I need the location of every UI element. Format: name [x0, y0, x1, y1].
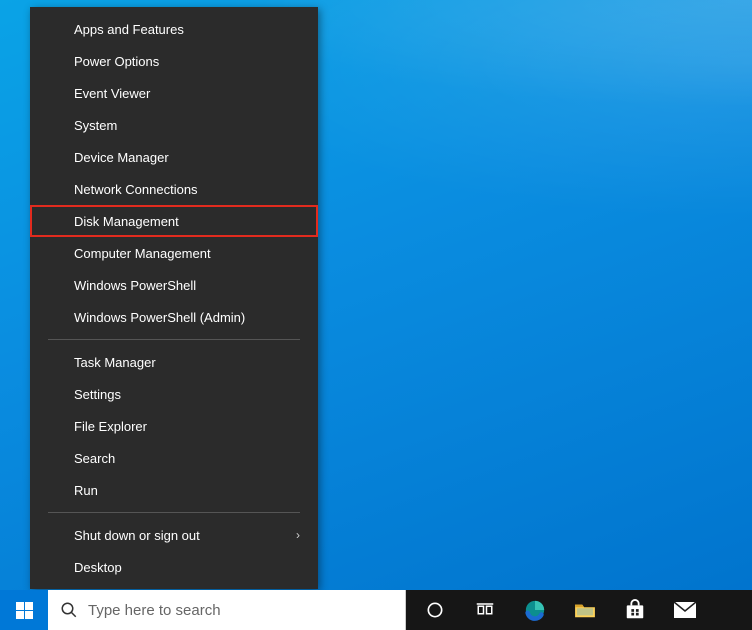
menu-item-label: Device Manager — [74, 150, 169, 165]
menu-system[interactable]: System — [30, 109, 318, 141]
mail-icon — [673, 601, 697, 619]
taskbar-app-edge[interactable] — [512, 590, 558, 630]
task-view-icon — [475, 601, 495, 619]
folder-icon — [574, 601, 596, 619]
menu-run[interactable]: Run — [30, 474, 318, 506]
cortana-icon — [425, 600, 445, 620]
menu-computer-management[interactable]: Computer Management — [30, 237, 318, 269]
menu-search[interactable]: Search — [30, 442, 318, 474]
menu-item-label: Event Viewer — [74, 86, 150, 101]
menu-network-connections[interactable]: Network Connections — [30, 173, 318, 205]
menu-item-label: Desktop — [74, 560, 122, 575]
menu-device-manager[interactable]: Device Manager — [30, 141, 318, 173]
cortana-button[interactable] — [412, 590, 458, 630]
menu-windows-powershell[interactable]: Windows PowerShell — [30, 269, 318, 301]
search-placeholder: Type here to search — [88, 602, 221, 619]
menu-shut-down-sign-out[interactable]: Shut down or sign out › — [30, 519, 318, 551]
taskbar-pinned-area — [406, 590, 752, 630]
menu-item-label: Windows PowerShell (Admin) — [74, 310, 245, 325]
menu-item-label: Apps and Features — [74, 22, 184, 37]
menu-item-label: Disk Management — [74, 214, 179, 229]
edge-icon — [524, 599, 546, 621]
winx-context-menu: Apps and Features Power Options Event View… — [30, 7, 318, 589]
menu-item-label: System — [74, 118, 117, 133]
menu-apps-and-features[interactable]: Apps and Features — [30, 13, 318, 45]
chevron-right-icon: › — [296, 528, 300, 542]
menu-task-manager[interactable]: Task Manager — [30, 346, 318, 378]
menu-item-label: Power Options — [74, 54, 159, 69]
menu-desktop[interactable]: Desktop — [30, 551, 318, 583]
menu-item-label: Run — [74, 483, 98, 498]
taskbar-app-store[interactable] — [612, 590, 658, 630]
search-icon — [60, 601, 78, 619]
menu-item-label: Shut down or sign out — [74, 528, 200, 543]
menu-power-options[interactable]: Power Options — [30, 45, 318, 77]
menu-item-label: Settings — [74, 387, 121, 402]
taskbar-app-file-explorer[interactable] — [562, 590, 608, 630]
store-icon — [624, 599, 646, 621]
menu-item-label: Computer Management — [74, 246, 211, 261]
menu-separator — [48, 339, 300, 340]
menu-file-explorer[interactable]: File Explorer — [30, 410, 318, 442]
taskbar-search-box[interactable]: Type here to search — [48, 590, 406, 630]
menu-item-label: File Explorer — [74, 419, 147, 434]
menu-settings[interactable]: Settings — [30, 378, 318, 410]
start-button[interactable] — [0, 590, 48, 630]
menu-windows-powershell-admin[interactable]: Windows PowerShell (Admin) — [30, 301, 318, 333]
menu-event-viewer[interactable]: Event Viewer — [30, 77, 318, 109]
taskbar-app-mail[interactable] — [662, 590, 708, 630]
menu-item-label: Search — [74, 451, 115, 466]
taskbar: Type here to search — [0, 590, 752, 630]
menu-disk-management[interactable]: Disk Management — [30, 205, 318, 237]
menu-item-label: Windows PowerShell — [74, 278, 196, 293]
task-view-button[interactable] — [462, 590, 508, 630]
windows-logo-icon — [16, 602, 33, 619]
menu-item-label: Network Connections — [74, 182, 198, 197]
menu-separator — [48, 512, 300, 513]
menu-item-label: Task Manager — [74, 355, 156, 370]
